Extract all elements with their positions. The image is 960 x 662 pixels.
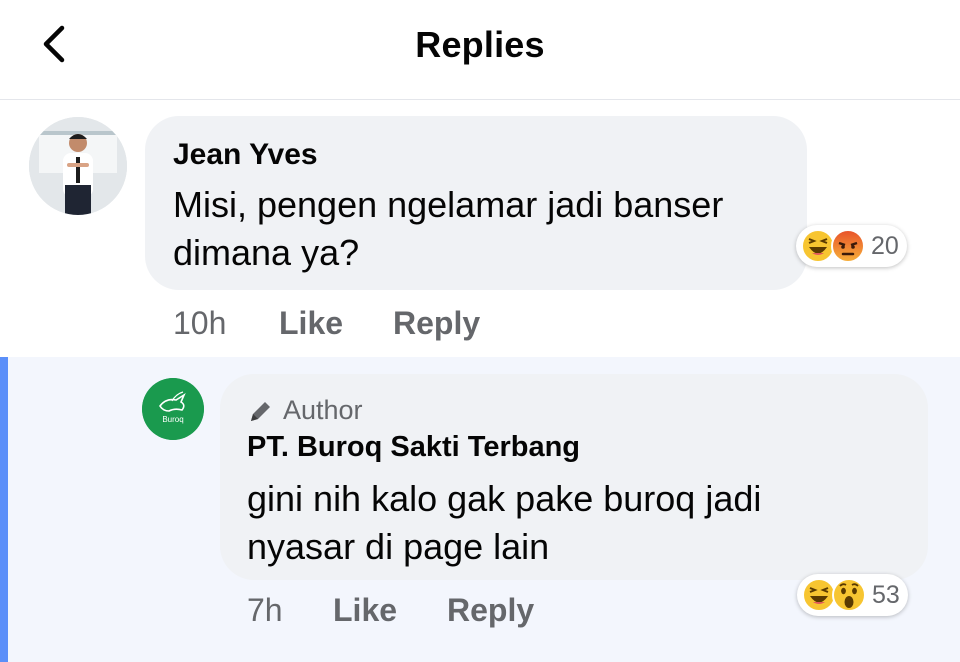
wow-icon [832,578,866,612]
reaction-summary[interactable]: 20 [796,225,907,267]
author-badge-label: Author [283,395,363,425]
reply-timestamp: 7h [247,592,283,628]
page-avatar-text: Buroq [162,415,183,424]
like-button[interactable]: Like [279,305,343,342]
comment-text-line1: Misi, pengen ngelamar jadi banser [173,184,724,225]
reaction-count: 20 [871,231,899,260]
comment-author-name[interactable]: Jean Yves [173,138,318,172]
comment-text-line2: dimana ya? [173,232,360,273]
reply-button[interactable]: Reply [447,592,534,629]
reply-reaction-summary[interactable]: 53 [797,574,908,616]
reply-button[interactable]: Reply [393,305,480,342]
page-title: Replies [415,24,545,65]
thread-indicator-bar [0,357,8,662]
avatar[interactable] [29,117,127,215]
like-button[interactable]: Like [333,592,397,629]
reaction-count: 53 [872,580,900,609]
header: Replies [0,0,960,100]
author-badge: Author [247,395,363,426]
comment-timestamp: 10h [173,305,227,341]
angry-icon [831,229,865,263]
page-avatar[interactable]: Buroq [142,378,204,440]
reply-author-name[interactable]: PT. Buroq Sakti Terbang [247,431,580,464]
pencil-icon [251,401,270,421]
reply-text-line1: gini nih kalo gak pake buroq jadi [247,478,762,519]
reply-text-line2: nyasar di page lain [247,526,550,567]
